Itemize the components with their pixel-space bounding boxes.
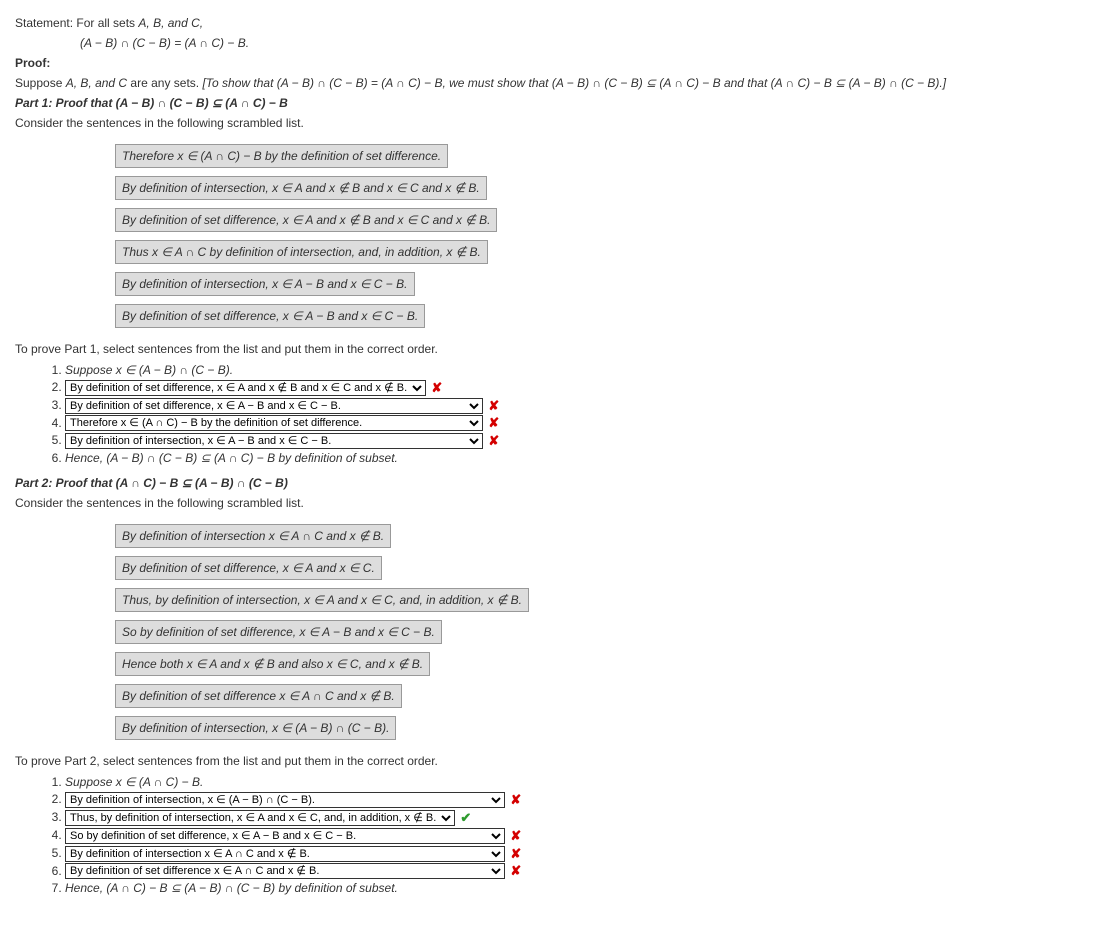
part2-step-1: Suppose x ∈ (A ∩ C) − B. — [65, 774, 1101, 790]
part1-step-5: By definition of intersection, x ∈ A − B… — [65, 432, 1101, 449]
wrong-icon: ✘ — [510, 863, 521, 879]
part1-select-4[interactable]: Therefore x ∈ (A ∩ C) − B by the definit… — [65, 415, 483, 431]
part1-step-4: Therefore x ∈ (A ∩ C) − B by the definit… — [65, 415, 1101, 432]
part2-scrambled-list: By definition of intersection x ∈ A ∩ C … — [115, 520, 1101, 744]
wrong-icon: ✘ — [488, 433, 499, 449]
part2-box-5: Hence both x ∈ A and x ∉ B and also x ∈ … — [115, 652, 430, 676]
part2-step-6: By definition of set difference x ∈ A ∩ … — [65, 863, 1101, 880]
part1-instructions: To prove Part 1, select sentences from t… — [15, 342, 1101, 356]
part2-box-7: By definition of intersection, x ∈ (A − … — [115, 716, 396, 740]
statement-prefix: Statement: For all sets — [15, 16, 138, 30]
part2-consider: Consider the sentences in the following … — [15, 496, 1101, 510]
part2-select-5[interactable]: By definition of intersection x ∈ A ∩ C … — [65, 846, 505, 862]
part2-step-4: So by definition of set difference, x ∈ … — [65, 827, 1101, 844]
wrong-icon: ✘ — [488, 398, 499, 414]
wrong-icon: ✘ — [510, 792, 521, 808]
part2-box-1: By definition of intersection x ∈ A ∩ C … — [115, 524, 391, 548]
part2-box-3: Thus, by definition of intersection, x ∈… — [115, 588, 529, 612]
part1-scrambled-list: Therefore x ∈ (A ∩ C) − B by the definit… — [115, 140, 1101, 332]
correct-icon: ✔ — [460, 810, 471, 826]
part2-select-6[interactable]: By definition of set difference x ∈ A ∩ … — [65, 863, 505, 879]
part1-box-6: By definition of set difference, x ∈ A −… — [115, 304, 425, 328]
part2-select-4[interactable]: So by definition of set difference, x ∈ … — [65, 828, 505, 844]
part1-step-6: Hence, (A − B) ∩ (C − B) ⊆ (A ∩ C) − B b… — [65, 450, 1101, 466]
wrong-icon: ✘ — [510, 846, 521, 862]
statement-equation: (A − B) ∩ (C − B) = (A ∩ C) − B. — [80, 36, 1101, 50]
suppose-prefix: Suppose — [15, 76, 66, 90]
part1-select-2[interactable]: By definition of set difference, x ∈ A a… — [65, 380, 426, 396]
proof-label: Proof: — [15, 56, 1101, 70]
suppose-vars: A, B, and C — [66, 76, 127, 90]
suppose-suffix: are any sets. — [127, 76, 202, 90]
part2-step-2: By definition of intersection, x ∈ (A − … — [65, 791, 1101, 808]
part1-select-3[interactable]: By definition of set difference, x ∈ A −… — [65, 398, 483, 414]
part1-step-3: By definition of set difference, x ∈ A −… — [65, 397, 1101, 414]
part1-step6-text: Hence, (A − B) ∩ (C − B) ⊆ (A ∩ C) − B b… — [65, 451, 398, 465]
wrong-icon: ✘ — [510, 828, 521, 844]
part1-box-4: Thus x ∈ A ∩ C by definition of intersec… — [115, 240, 488, 264]
part2-select-2[interactable]: By definition of intersection, x ∈ (A − … — [65, 792, 505, 808]
part2-step-3: Thus, by definition of intersection, x ∈… — [65, 809, 1101, 826]
part2-step-7: Hence, (A ∩ C) − B ⊆ (A − B) ∩ (C − B) b… — [65, 880, 1101, 896]
part2-heading: Part 2: Proof that (A ∩ C) − B ⊆ (A − B)… — [15, 476, 1101, 490]
part1-box-1: Therefore x ∈ (A ∩ C) − B by the definit… — [115, 144, 448, 168]
part1-step1-text: Suppose x ∈ (A − B) ∩ (C − B). — [65, 363, 233, 377]
part1-box-2: By definition of intersection, x ∈ A and… — [115, 176, 487, 200]
part2-step-5: By definition of intersection x ∈ A ∩ C … — [65, 845, 1101, 862]
suppose-line: Suppose A, B, and C are any sets. [To sh… — [15, 76, 1101, 90]
to-show: [To show that (A − B) ∩ (C − B) = (A ∩ C… — [202, 76, 946, 90]
part2-step7-text: Hence, (A ∩ C) − B ⊆ (A − B) ∩ (C − B) b… — [65, 881, 398, 895]
part2-instructions: To prove Part 2, select sentences from t… — [15, 754, 1101, 768]
part2-box-4: So by definition of set difference, x ∈ … — [115, 620, 442, 644]
part2-select-3[interactable]: Thus, by definition of intersection, x ∈… — [65, 810, 455, 826]
part1-heading: Part 1: Proof that (A − B) ∩ (C − B) ⊆ (… — [15, 96, 1101, 110]
part1-step-1: Suppose x ∈ (A − B) ∩ (C − B). — [65, 362, 1101, 378]
part2-ordered-list: Suppose x ∈ (A ∩ C) − B. By definition o… — [45, 774, 1101, 896]
statement-vars: A, B, and C, — [138, 16, 203, 30]
part2-box-2: By definition of set difference, x ∈ A a… — [115, 556, 382, 580]
statement-line: Statement: For all sets A, B, and C, — [15, 16, 1101, 30]
part1-box-5: By definition of intersection, x ∈ A − B… — [115, 272, 415, 296]
part1-consider: Consider the sentences in the following … — [15, 116, 1101, 130]
part1-box-3: By definition of set difference, x ∈ A a… — [115, 208, 497, 232]
wrong-icon: ✘ — [431, 380, 442, 396]
wrong-icon: ✘ — [488, 415, 499, 431]
part2-box-6: By definition of set difference x ∈ A ∩ … — [115, 684, 402, 708]
part2-step1-text: Suppose x ∈ (A ∩ C) − B. — [65, 775, 203, 789]
part1-step-2: By definition of set difference, x ∈ A a… — [65, 379, 1101, 396]
part1-ordered-list: Suppose x ∈ (A − B) ∩ (C − B). By defini… — [45, 362, 1101, 466]
part1-select-5[interactable]: By definition of intersection, x ∈ A − B… — [65, 433, 483, 449]
